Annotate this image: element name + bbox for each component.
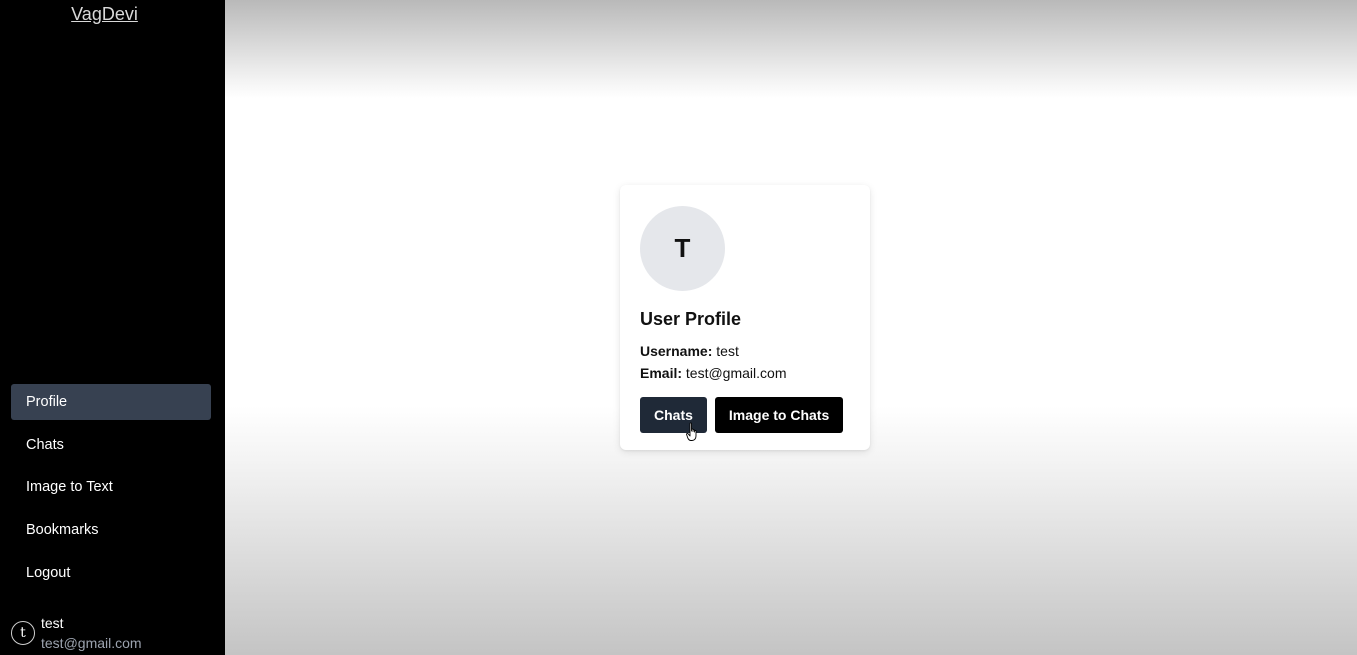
sidebar-item-bookmarks[interactable]: Bookmarks <box>11 512 211 548</box>
profile-card: T User Profile Username: test Email: tes… <box>620 185 870 450</box>
email-row: Email: test@gmail.com <box>640 362 850 384</box>
sidebar: VagDevi Profile Chats Image to Text Book… <box>0 0 225 655</box>
sidebar-item-logout[interactable]: Logout <box>11 555 211 591</box>
main-content: T User Profile Username: test Email: tes… <box>225 0 1357 655</box>
username-label: Username: <box>640 343 713 359</box>
username-value: test <box>716 343 739 359</box>
username-row: Username: test <box>640 340 850 362</box>
profile-info: Username: test Email: test@gmail.com <box>640 340 850 384</box>
profile-avatar: T <box>640 206 725 291</box>
sidebar-user[interactable]: t test test@gmail.com <box>11 614 142 654</box>
sidebar-user-name: test <box>41 615 64 631</box>
brand-link[interactable]: VagDevi <box>0 4 209 25</box>
sidebar-item-chats[interactable]: Chats <box>11 427 211 463</box>
page-title: User Profile <box>640 309 742 329</box>
sidebar-user-email: test@gmail.com <box>41 635 142 651</box>
email-label: Email: <box>640 365 683 381</box>
sidebar-item-image-to-text[interactable]: Image to Text <box>11 469 211 505</box>
sidebar-item-profile[interactable]: Profile <box>11 384 211 420</box>
hand-cursor-icon <box>686 422 697 441</box>
profile-actions: Chats Image to Chats <box>640 397 850 433</box>
sidebar-user-info: test test@gmail.com <box>41 614 142 654</box>
image-to-chats-button[interactable]: Image to Chats <box>714 397 844 433</box>
sidebar-nav: Profile Chats Image to Text Bookmarks Lo… <box>11 384 211 597</box>
avatar: t <box>11 621 35 645</box>
email-value: test@gmail.com <box>685 365 787 381</box>
